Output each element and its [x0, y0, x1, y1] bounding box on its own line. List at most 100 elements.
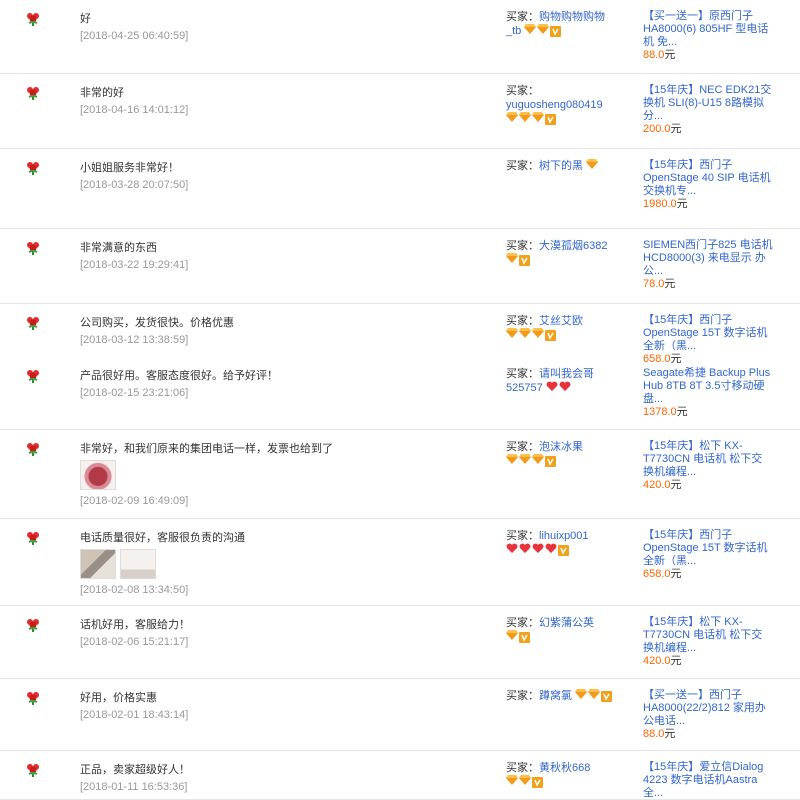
product-title-link[interactable]: 【15年庆】爱立信Dialog 4223 数字电话机Aastra 全... — [643, 761, 773, 800]
diamond-icon — [519, 328, 531, 342]
diamond-icon — [519, 775, 531, 789]
vip-icon — [545, 454, 556, 468]
review-row: 非常好，和我们原来的集团电话一样，发票也给到了 [2018-02-09 16:49… — [0, 430, 800, 519]
review-comment: 小姐姐服务非常好！ — [80, 162, 179, 174]
diamond-icon — [532, 328, 544, 342]
review-date: [2018-04-25 06:40:59] — [80, 30, 189, 42]
product-price: 78.0元 — [643, 278, 773, 291]
buyer-name-link[interactable]: 泡沫冰果 — [539, 441, 583, 453]
product-title-link[interactable]: 【15年庆】西门子OpenStage 15T 数字话机 全新（黑... — [643, 529, 773, 568]
buyer-credit-badges — [506, 454, 556, 468]
buyer-credit-badges — [506, 630, 530, 644]
review-comment: 电话质量很好，客服很负责的沟通 — [80, 532, 245, 544]
product-title-link[interactable]: 【15年庆】松下 KX-T7730CN 电话机 松下交换机编程... — [643, 616, 773, 655]
buyer-credit-badges — [524, 24, 562, 38]
positive-rating-icon — [26, 618, 40, 632]
buyer-credit-badges — [586, 159, 599, 173]
price-value: 420.0 — [643, 479, 671, 491]
product-price: 1980.0元 — [643, 198, 773, 211]
heart-icon — [519, 543, 531, 557]
positive-rating-icon — [26, 442, 40, 456]
product-title-link[interactable]: 【买一送一】西门子HA8000(22/2)812 家用办公电话... — [643, 689, 773, 728]
buyer-label: 买家： — [506, 530, 539, 542]
product-title-link[interactable]: Seagate希捷 Backup Plus Hub 8TB 8T 3.5寸移动硬… — [643, 367, 773, 406]
buyer-info: 买家：请叫我会哥525757 — [506, 367, 616, 395]
vip-icon — [550, 24, 562, 38]
positive-rating-icon — [26, 241, 40, 255]
product-title-link[interactable]: 【15年庆】西门子OpenStage 40 SIP 电话机 交换机专... — [643, 159, 773, 198]
vip-icon — [519, 630, 530, 644]
review-row: 话机好用，客服给力！ [2018-02-06 15:21:17] 买家：幻紫蒲公英 … — [0, 606, 800, 679]
product-title-link[interactable]: 【15年庆】松下 KX-T7730CN 电话机 松下交换机编程... — [643, 440, 773, 479]
review-row: 产品很好用。客服态度很好。给予好评！ [2018-02-15 23:21:06] 买… — [0, 357, 800, 430]
product-price: 658.0元 — [643, 568, 773, 581]
review-photo-thumbnail[interactable] — [120, 549, 156, 579]
positive-rating-icon — [26, 161, 40, 175]
buyer-credit-badges — [506, 112, 556, 126]
buyer-name-link[interactable]: 幻紫蒲公英 — [539, 617, 594, 629]
diamond-icon — [588, 689, 601, 703]
heart-icon — [532, 543, 544, 557]
heart-icon — [506, 543, 518, 557]
buyer-name-link[interactable]: 黄秋秋668 — [539, 762, 590, 774]
buyer-label: 买家： — [506, 617, 539, 629]
positive-rating-icon — [26, 531, 40, 545]
review-row: 公司购买，发货很快。价格优惠 [2018-03-12 13:38:59] 买家：艾丝… — [0, 304, 800, 365]
review-comment: 公司购买，发货很快。价格优惠 — [80, 317, 234, 329]
diamond-icon — [506, 775, 518, 789]
product-title-link[interactable]: 【15年庆】NEC EDK21交换机 SLI(8)-U15 8路模拟分... — [643, 84, 773, 123]
buyer-name-link[interactable]: 树下的黑 — [539, 160, 583, 172]
product-title-link[interactable]: 【15年庆】西门子OpenStage 15T 数字话机 全新（黑... — [643, 314, 773, 353]
buyer-info: 买家：大漠孤烟6382 — [506, 239, 616, 267]
review-date: [2018-03-12 13:38:59] — [80, 334, 189, 346]
review-row: 正品，卖家超级好人！ [2018-01-11 16:53:36] 买家：黄秋秋668… — [0, 751, 800, 800]
review-comment: 非常好，和我们原来的集团电话一样，发票也给到了 — [80, 443, 333, 455]
product-info: 【15年庆】西门子OpenStage 40 SIP 电话机 交换机专... 198… — [643, 159, 773, 211]
vip-icon — [545, 328, 556, 342]
vip-icon — [519, 253, 530, 267]
diamond-icon — [532, 454, 544, 468]
review-date: [2018-02-15 23:21:06] — [80, 387, 189, 399]
review-date: [2018-02-09 16:49:09] — [80, 495, 189, 507]
product-price: 88.0元 — [643, 49, 773, 62]
buyer-info: 买家：黄秋秋668 — [506, 761, 616, 789]
buyer-name-link[interactable]: 艾丝艾欧 — [539, 315, 583, 327]
buyer-info: 买家：幻紫蒲公英 — [506, 616, 616, 644]
diamond-icon — [537, 24, 550, 38]
buyer-name-link[interactable]: yuguosheng080419 — [506, 99, 603, 111]
price-value: 658.0 — [643, 568, 671, 580]
review-comment: 好用，价格实惠 — [80, 692, 157, 704]
product-price: 88.0元 — [643, 728, 773, 741]
product-info: 【15年庆】NEC EDK21交换机 SLI(8)-U15 8路模拟分... 20… — [643, 84, 773, 136]
vip-icon — [558, 543, 569, 557]
price-unit: 元 — [676, 198, 688, 210]
buyer-name-link[interactable]: lihuixp001 — [539, 530, 589, 542]
buyer-label: 买家： — [506, 240, 539, 252]
review-date: [2018-01-11 16:53:36] — [80, 781, 188, 793]
buyer-name-link[interactable]: 蹲窝氯 — [539, 690, 572, 702]
price-unit: 元 — [664, 49, 676, 61]
buyer-info: 买家：购物购物购物_tb — [506, 10, 616, 38]
product-title-link[interactable]: 【买一送一】原西门子HA8000(6) 805HF 型电话机 免... — [643, 10, 773, 49]
review-photos — [80, 549, 156, 579]
review-photo-thumbnail[interactable] — [80, 460, 116, 490]
price-value: 1378.0 — [643, 406, 677, 418]
product-info: 【15年庆】西门子OpenStage 15T 数字话机 全新（黑... 658.0… — [643, 529, 773, 581]
review-comment: 非常满意的东西 — [80, 242, 157, 254]
review-date: [2018-02-08 13:34:50] — [80, 584, 189, 596]
buyer-credit-badges — [506, 775, 543, 789]
product-info: 【买一送一】西门子HA8000(22/2)812 家用办公电话... 88.0元 — [643, 689, 773, 741]
vip-icon — [532, 775, 543, 789]
price-value: 200.0 — [643, 123, 671, 135]
diamond-icon — [506, 630, 518, 644]
price-unit: 元 — [664, 728, 676, 740]
review-comment: 正品，卖家超级好人！ — [80, 764, 190, 776]
product-title-link[interactable]: SIEMEN西门子825 电话机 HCD8000(3) 来电显示 办公... — [643, 239, 773, 278]
diamond-icon — [532, 112, 544, 126]
positive-rating-icon — [26, 316, 40, 330]
review-photo-thumbnail[interactable] — [80, 549, 116, 579]
review-comment: 产品很好用。客服态度很好。给予好评！ — [80, 370, 278, 382]
product-price: 420.0元 — [643, 655, 773, 668]
positive-rating-icon — [26, 691, 40, 705]
buyer-name-link[interactable]: 大漠孤烟6382 — [539, 240, 607, 252]
